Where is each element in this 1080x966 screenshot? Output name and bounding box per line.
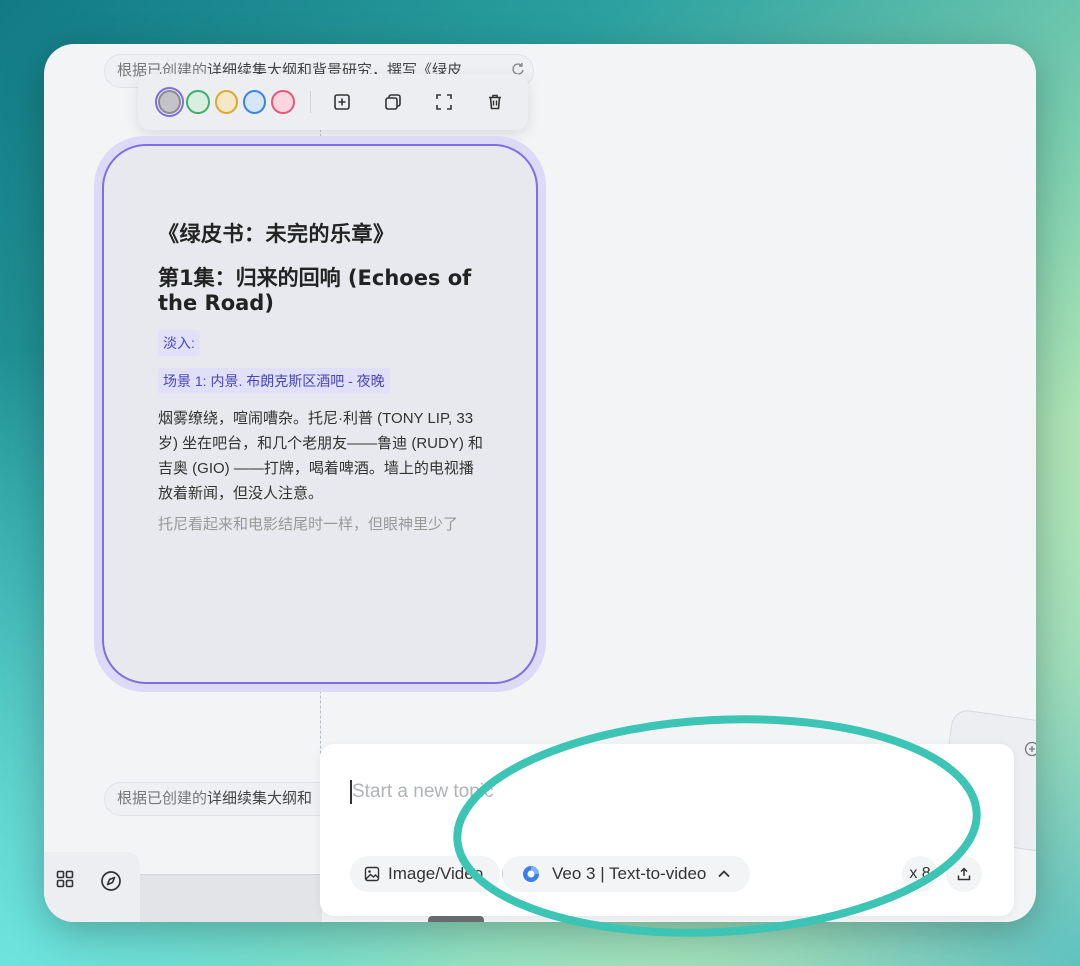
model-selector-label: Veo 3 | Text-to-video <box>552 864 707 883</box>
prompt-node-bottom-light: 根据已创建的 <box>117 790 208 807</box>
color-swatch-green[interactable] <box>186 90 210 114</box>
expand-button[interactable] <box>426 84 461 120</box>
image-icon <box>364 866 380 882</box>
duplicate-icon <box>385 94 401 110</box>
topic-input[interactable] <box>352 776 952 808</box>
upload-icon <box>957 867 971 881</box>
model-logo-icon <box>523 866 539 882</box>
upload-button[interactable] <box>946 856 982 892</box>
prompt-node-bottom-dark: 详细续集大纲和 <box>207 790 313 807</box>
fade-in-tag: 淡入: <box>158 330 200 356</box>
scene-paragraph-faded: 托尼看起来和电影结尾时一样，但眼神里少了 <box>158 516 459 533</box>
add-node-icon[interactable] <box>1024 741 1036 762</box>
canvas-window: 根据已创建的详细续集大纲和背景研究，撰写《绿皮 《绿皮书：未完的乐章》 第1集：… <box>44 44 1036 922</box>
color-swatch-pink[interactable] <box>271 90 295 114</box>
model-selector[interactable]: Veo 3 | Text-to-video <box>502 856 750 892</box>
image-video-chip[interactable]: Image/Video <box>350 856 500 892</box>
compass-button[interactable] <box>100 870 122 897</box>
color-swatch-gray[interactable] <box>154 87 185 117</box>
toolbar-divider <box>309 91 311 113</box>
episode-heading: 第1集：归来的回响 (Echoes of the Road) <box>158 266 472 315</box>
compass-icon <box>101 871 121 891</box>
color-swatch-yellow[interactable] <box>214 90 239 114</box>
scene-paragraph: 烟雾缭绕，喧闹嘈杂。托尼·利普 (TONY LIP, 33岁) 坐在吧台，和几个… <box>158 410 483 502</box>
chevron-up-icon <box>718 870 731 878</box>
card-title: 《绿皮书：未完的乐章》 <box>158 222 395 246</box>
add-frame-icon <box>334 94 350 110</box>
duplicate-button[interactable] <box>376 84 411 120</box>
node-toolbar <box>138 74 528 130</box>
grid-icon <box>56 870 74 888</box>
grid-view-button[interactable] <box>56 870 74 893</box>
output-count[interactable]: x 8 <box>902 856 938 892</box>
image-video-label: Image/Video <box>388 864 484 883</box>
composer-panel: Image/Video Veo 3 | Text-to-video x 8 <box>320 744 1014 916</box>
resize-handle[interactable] <box>428 916 484 922</box>
prompt-node-bottom[interactable]: 根据已创建的详细续集大纲和 <box>104 782 344 816</box>
script-card[interactable]: 《绿皮书：未完的乐章》 第1集：归来的回响 (Echoes of the Roa… <box>102 144 538 684</box>
chip-divider <box>502 865 503 883</box>
trash-icon <box>488 94 501 110</box>
expand-icon <box>435 94 452 110</box>
add-frame-button[interactable] <box>325 84 360 120</box>
scene-tag: 场景 1: 内景. 布朗克斯区酒吧 - 夜晚 <box>158 368 390 394</box>
color-swatch-blue[interactable] <box>243 90 267 114</box>
delete-button[interactable] <box>477 84 512 120</box>
